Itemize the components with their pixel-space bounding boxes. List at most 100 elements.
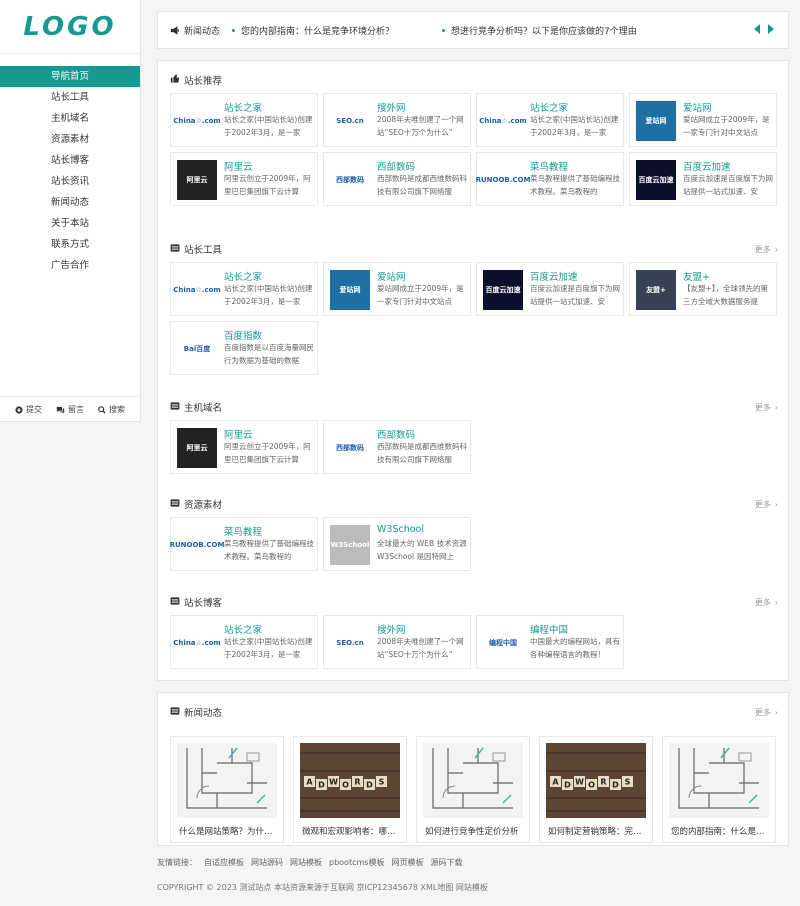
news-card[interactable]: ADWORDS 微观和宏观影响者：哪个适合你 xyxy=(293,736,407,843)
friend-link[interactable]: 网页模板 xyxy=(391,857,423,868)
friend-link[interactable]: pbootcms模板 xyxy=(329,857,384,868)
site-card[interactable]: 爱站网 爱站网 爱站网成立于2009年，是一家专门针对中文站点 xyxy=(323,262,471,316)
logo[interactable]: LOGO xyxy=(0,0,140,54)
site-card[interactable]: 编程中国 编程中国 中国最大的编程网站，具有各种编程语言的教程！ xyxy=(476,615,624,669)
friend-link[interactable]: 源码下载 xyxy=(430,857,462,868)
sidebar-item[interactable]: 站长工具 xyxy=(0,87,140,108)
site-name: 搜外网 xyxy=(377,625,406,636)
more-link[interactable]: 更多 › xyxy=(755,707,778,718)
news-panel: 新闻动态更多›什么是网站策略？为什么需要网站策略ADWORDS微观和宏观影响者：… xyxy=(157,692,789,846)
tile-letter: D xyxy=(564,781,571,790)
site-desc: 全球最大的 WEB 技术资源W3School 是因特网上 xyxy=(377,539,467,561)
tile-letter: S xyxy=(625,778,631,787)
more-link[interactable]: 更多 › xyxy=(755,499,778,510)
news-thumbnail xyxy=(423,743,523,818)
more-link[interactable]: 更多 › xyxy=(755,597,778,608)
site-logo: 友盟+ xyxy=(636,270,676,310)
site-card[interactable]: RUNOOB.COM 菜鸟教程 菜鸟教程提供了基础编程技术教程。菜鸟教程的 xyxy=(170,517,318,571)
sidebar-item[interactable]: 主机域名 xyxy=(0,108,140,129)
prev-arrow-icon[interactable] xyxy=(754,24,760,34)
more-label: 更多 xyxy=(754,597,771,607)
section-recommend: 站长推荐 China☆.com 站长之家 站长之家(中国站长站)创建于2002年3月，… xyxy=(170,70,778,206)
letter-tile: R xyxy=(352,776,363,787)
sidebar-item[interactable]: 广告合作 xyxy=(0,255,140,276)
site-card[interactable]: W3School W3School 全球最大的 WEB 技术资源W3School 是… xyxy=(323,517,471,571)
sidebar-item[interactable]: 新闻动态 xyxy=(0,192,140,213)
site-card[interactable]: 西部数码 西部数码 西部数码是成都西维数码科技有限公司旗下网络服 xyxy=(323,420,471,474)
section-title-text: 站长工具 xyxy=(184,245,223,256)
chevron-right-icon: › xyxy=(774,402,778,412)
tile-letter: W xyxy=(329,778,338,787)
tile-letter: D xyxy=(366,781,373,790)
bullhorn-icon xyxy=(170,25,179,35)
letter-tile: D xyxy=(316,779,327,790)
site-card[interactable]: 友盟+ 友盟+ 【友盟+】，全球领先的第三方全域大数据服务提 xyxy=(629,262,777,316)
site-card[interactable]: China☆.com 站长之家 站长之家(中国站长站)创建于2002年3月，是一家 xyxy=(476,93,624,147)
site-card[interactable]: RUNOOB.COM 菜鸟教程 菜鸟教程提供了基础编程技术教程。菜鸟教程的 xyxy=(476,152,624,206)
news-card[interactable]: A D W O R D S 如何制定营销策略：完整指南 xyxy=(539,736,653,843)
site-logo: China☆.com xyxy=(173,623,221,663)
letter-tile: R xyxy=(598,776,609,787)
site-card[interactable]: Bai百度 百度指数 百度指数是以百度海量网民行为数据为基础的数据 xyxy=(170,321,318,375)
letter-tile: A xyxy=(304,776,315,787)
search-button[interactable]: 搜索 xyxy=(98,404,125,415)
news-card[interactable]: 如何进行竞争性定价分析 xyxy=(416,736,530,843)
ticker-item[interactable]: 您的内部指南：什么是竞争环境分析？ xyxy=(232,24,394,37)
site-name: 阿里云 xyxy=(224,162,253,173)
news-card[interactable]: 您的内部指南：什么是竞争环境分析？ xyxy=(662,736,776,843)
ticker-arrows xyxy=(754,24,774,34)
site-card[interactable]: 西部数码 西部数码 西部数码是成都西维数码科技有限公司旗下网络服 xyxy=(323,152,471,206)
more-label: 更多 xyxy=(754,402,771,412)
site-desc: 站长之家(中国站长站)创建于2002年3月，是一家 xyxy=(530,115,619,137)
site-card[interactable]: SEO.cn 搜外网 2008年夫唯创建了一个网站“SEO十万个为什么” xyxy=(323,615,471,669)
site-card[interactable]: China☆.com 站长之家 站长之家(中国站长站)创建于2002年3月，是一家 xyxy=(170,262,318,316)
bullet-dot xyxy=(442,28,446,32)
news-caption: 微观和宏观影响者：哪个适合你 xyxy=(302,827,402,837)
friend-link[interactable]: 网站源码 xyxy=(251,857,283,868)
friend-link[interactable]: 网站模板 xyxy=(290,857,322,868)
ticker-tag: 新闻动态 xyxy=(170,24,220,37)
site-card[interactable]: China☆.com 站长之家 站长之家(中国站长站)创建于2002年3月，是一家 xyxy=(170,615,318,669)
site-name: 西部数码 xyxy=(377,162,416,173)
sidebar-item[interactable]: 导航首页 xyxy=(0,66,140,87)
site-name: 站长之家 xyxy=(530,103,569,114)
site-name: 菜鸟教程 xyxy=(530,162,569,173)
section-resources: 资源素材 更多 › RUNOOB.COM 菜鸟教程 菜鸟教程提供了基础编程技术教程。菜鸟教… xyxy=(170,494,778,571)
site-desc: 2008年夫唯创建了一个网站“SEO十万个为什么” xyxy=(377,637,464,659)
site-card[interactable]: 阿里云 阿里云 阿里云创立于2009年，阿里巴巴集团旗下云计算 xyxy=(170,420,318,474)
news-caption: 如何进行竞争性定价分析 xyxy=(425,827,519,837)
site-card[interactable]: China☆.com 站长之家 站长之家(中国站长站)创建于2002年3月，是一家 xyxy=(170,93,318,147)
sidebar-item[interactable]: 关于本站 xyxy=(0,213,140,234)
site-desc: 阿里云创立于2009年，阿里巴巴集团旗下云计算 xyxy=(224,174,311,196)
sidebar-item[interactable]: 站长资讯 xyxy=(0,171,140,192)
site-card[interactable]: 爱站网 爱站网 爱站网成立于2009年，是一家专门针对中文站点 xyxy=(629,93,777,147)
section-blog: 站长博客 更多 › China☆.com 站长之家 站长之家(中国站长站)创建于2002年… xyxy=(170,592,778,669)
next-arrow-icon[interactable] xyxy=(768,24,774,34)
site-card[interactable]: 百度云加速 百度云加速 百度云加速是百度旗下为网站提供一站式加速、安 xyxy=(476,262,624,316)
sidebar-item[interactable]: 站长博客 xyxy=(0,150,140,171)
section-title: 站长推荐 xyxy=(170,73,222,87)
search-icon xyxy=(98,405,106,414)
news-thumbnail: ADWORDS xyxy=(300,743,400,818)
submit-button[interactable]: 提交 xyxy=(15,404,42,415)
letter-tile: D xyxy=(364,779,375,790)
list-icon xyxy=(170,401,180,413)
news-card[interactable]: 什么是网站策略？为什么需要网站策略 xyxy=(170,736,284,843)
ticker-item[interactable]: 想进行竞争分析吗？以下是你应该做的7个理由 xyxy=(442,24,637,37)
site-desc: 站长之家(中国站长站)创建于2002年3月，是一家 xyxy=(224,115,313,137)
letter-tile: A xyxy=(550,776,561,787)
sidebar-item[interactable]: 资源素材 xyxy=(0,129,140,150)
site-card[interactable]: SEO.cn 搜外网 2008年夫唯创建了一个网站“SEO十万个为什么” xyxy=(323,93,471,147)
tile-letter: D xyxy=(612,781,619,790)
more-link[interactable]: 更多 › xyxy=(755,244,778,255)
more-link[interactable]: 更多 › xyxy=(755,402,778,413)
sidebar-item[interactable]: 联系方式 xyxy=(0,234,140,255)
site-desc: 百度指数是以百度海量网民行为数据为基础的数据 xyxy=(224,343,314,365)
ticker-item-text: 想进行竞争分析吗？以下是你应该做的7个理由 xyxy=(451,26,637,37)
friend-link[interactable]: 自适应模板 xyxy=(204,857,244,868)
section-title: 站长工具 xyxy=(170,242,222,256)
site-card[interactable]: 百度云加速 百度云加速 百度云加速是百度旗下为网站提供一站式加速、安 xyxy=(629,152,777,206)
site-card[interactable]: 阿里云 阿里云 阿里云创立于2009年，阿里巴巴集团旗下云计算 xyxy=(170,152,318,206)
site-desc: 百度云加速是百度旗下为网站提供一站式加速、安 xyxy=(683,174,773,196)
message-button[interactable]: 留言 xyxy=(56,404,84,415)
